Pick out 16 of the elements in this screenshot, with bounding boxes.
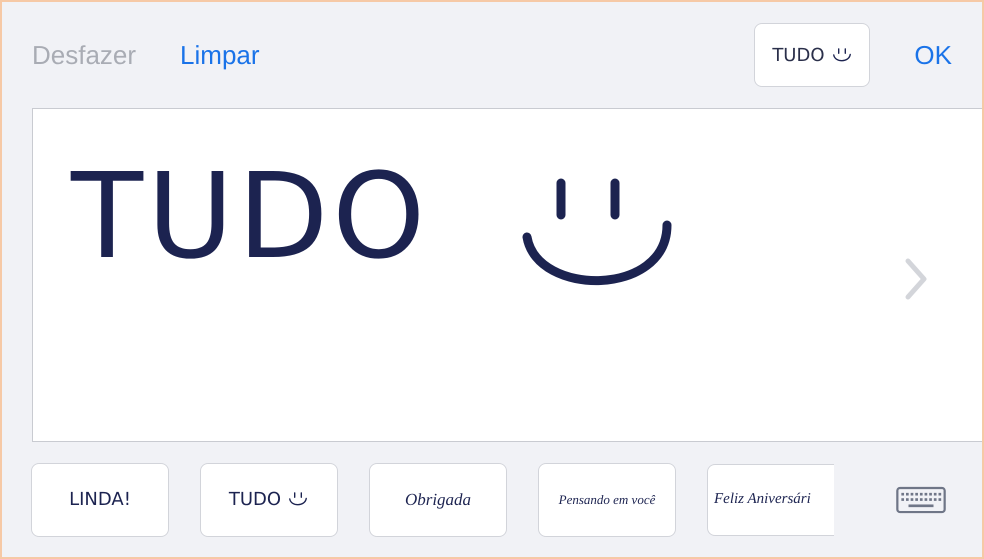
suggestion-card[interactable]: TUDO bbox=[200, 462, 338, 536]
suggestion-card[interactable]: LINDA! bbox=[31, 462, 169, 536]
handwritten-phrase: LINDA! bbox=[69, 489, 131, 510]
handwritten-phrase: Feliz Aniversári bbox=[714, 491, 811, 508]
handwritten-phrase: Obrigada bbox=[404, 490, 472, 510]
handwritten-phrase: TUDO bbox=[228, 489, 282, 510]
clear-button[interactable]: Limpar bbox=[180, 40, 260, 70]
ok-button[interactable]: OK bbox=[914, 40, 952, 70]
handwriting-canvas[interactable]: TUDO bbox=[32, 108, 982, 442]
suggestion-card[interactable]: Obrigada bbox=[369, 462, 507, 536]
handwritten-text: TUDO bbox=[71, 157, 430, 275]
preview-text: TUDO bbox=[772, 44, 825, 66]
suggestion-card[interactable]: Pensando em você bbox=[538, 462, 676, 536]
keyboard-icon[interactable] bbox=[896, 484, 946, 514]
handwritten-phrase: Pensando em você bbox=[558, 492, 656, 508]
suggestion-card[interactable]: Feliz Aniversári bbox=[707, 464, 834, 536]
